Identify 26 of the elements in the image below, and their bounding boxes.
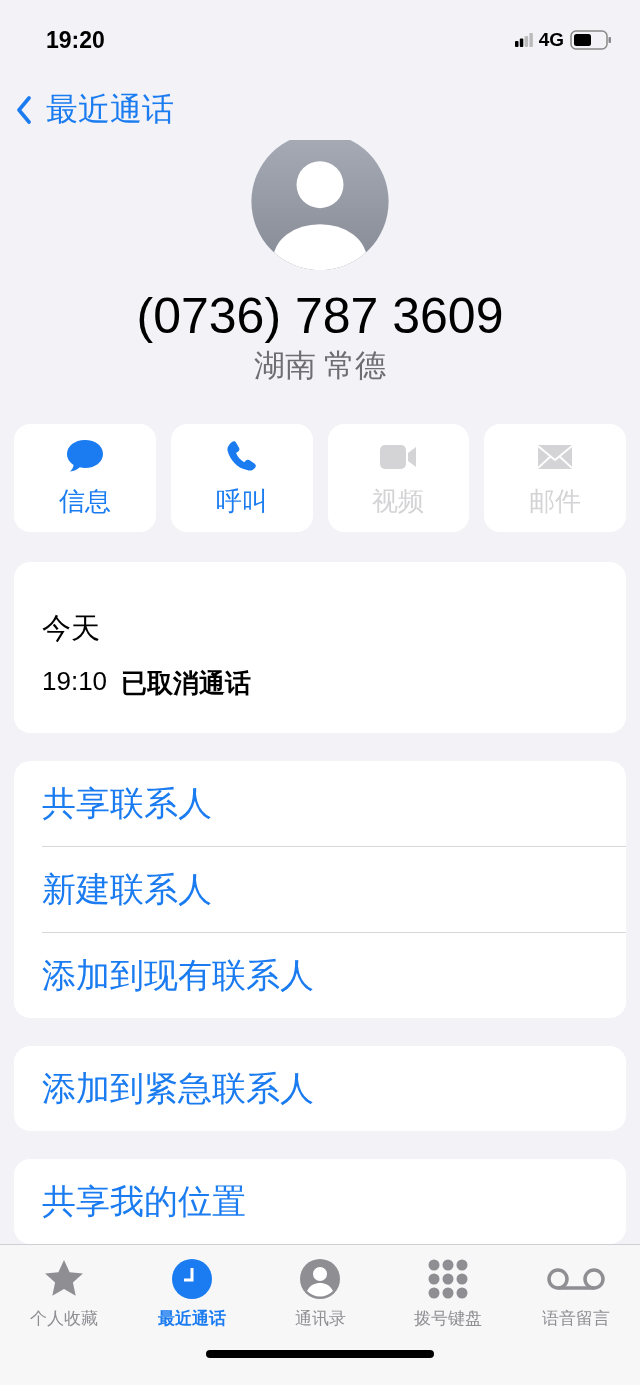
option-link[interactable]: 添加到现有联系人 <box>42 932 626 1018</box>
day-label: 今天 <box>42 611 101 647</box>
tab-item[interactable]: 语音留言 <box>516 1257 636 1330</box>
person-icon <box>298 1257 342 1301</box>
battery-icon <box>570 30 612 50</box>
message-button[interactable]: 信息 <box>14 424 156 533</box>
back-chevron-icon <box>16 96 32 124</box>
option-link[interactable]: 添加到紧急联系人 <box>42 1046 626 1131</box>
tab-item[interactable]: 最近通话 <box>132 1257 252 1330</box>
keypad-icon <box>426 1257 470 1301</box>
tab-item[interactable]: 个人收藏 <box>4 1257 124 1330</box>
phone-number: (0736) 787 3609 <box>136 287 504 347</box>
location-label: 湖南 常德 <box>253 347 387 386</box>
tab-item[interactable]: 通讯录 <box>260 1257 380 1330</box>
call-button[interactable]: 呼叫 <box>170 424 313 533</box>
network-label: 4G <box>538 29 564 51</box>
call-time: 19:10 <box>42 666 108 699</box>
option-link[interactable]: 共享联系人 <box>42 761 626 846</box>
option-link[interactable]: 共享我的位置 <box>42 1159 626 1244</box>
signal-icon <box>514 33 533 47</box>
back-link[interactable]: 最近通话 <box>16 88 174 132</box>
tab-item[interactable]: 拨号键盘 <box>388 1257 508 1330</box>
status-time: 19:20 <box>46 26 105 54</box>
call-status: 已取消通话 <box>121 667 252 701</box>
option-link[interactable]: 新建联系人 <box>42 846 626 932</box>
clock-icon <box>170 1257 214 1301</box>
